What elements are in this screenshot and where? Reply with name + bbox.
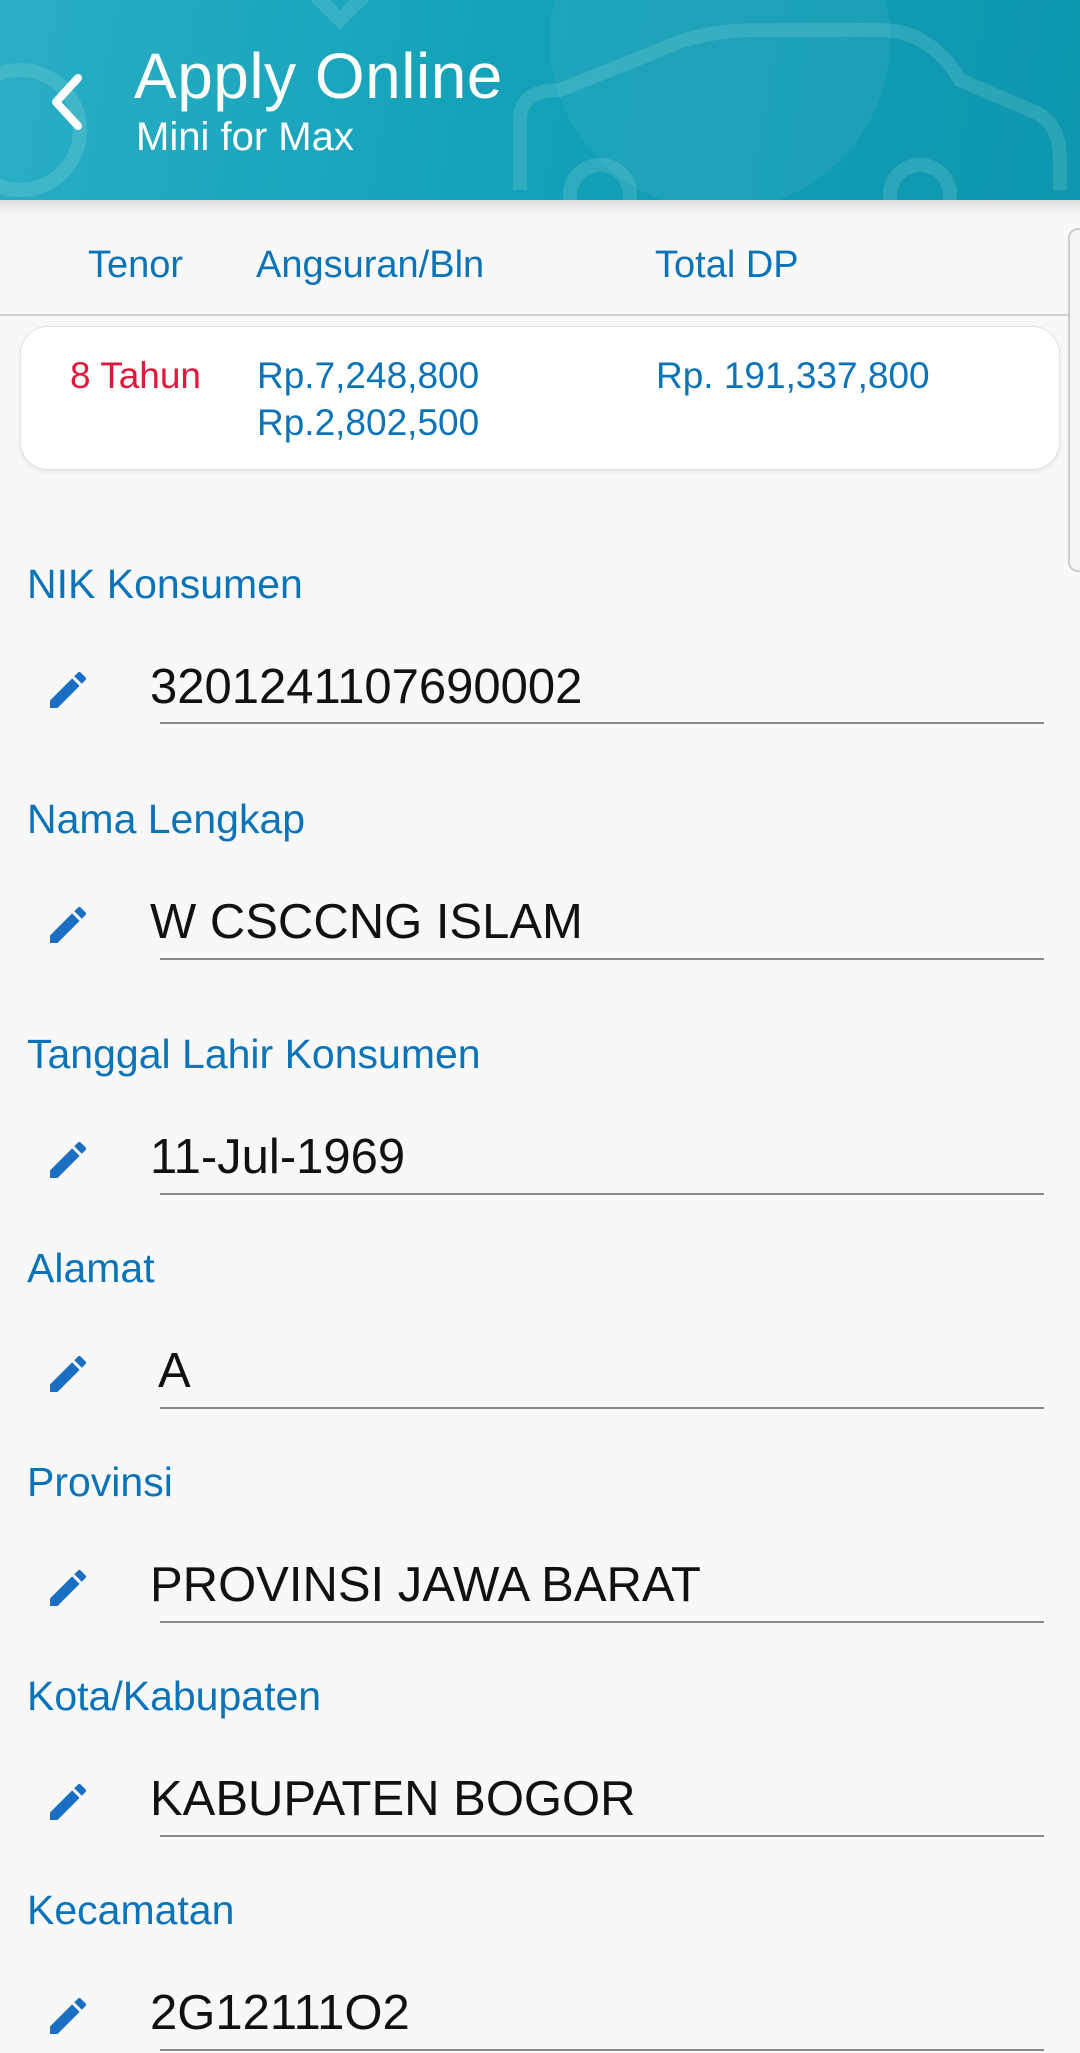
summary-table-header: Tenor Angsuran/Bln Total DP (0, 214, 1080, 316)
kecamatan-input[interactable]: 2G12111O2 (150, 1984, 410, 2042)
field-label-nik: NIK Konsumen (27, 561, 303, 607)
provinsi-underline (160, 1621, 1044, 1623)
alamat-input[interactable]: A (158, 1342, 191, 1400)
field-label-provinsi: Provinsi (27, 1459, 173, 1505)
summary-scrollbar[interactable] (1068, 228, 1080, 572)
total-dp-value: Rp. 191,337,800 (656, 355, 930, 396)
tanggal-lahir-input[interactable]: 11-Jul-1969 (150, 1128, 405, 1186)
field-label-nama: Nama Lengkap (27, 796, 306, 842)
pencil-icon (50, 1783, 87, 1820)
nik-input[interactable]: 3201241107690002 (150, 658, 582, 716)
column-header-tenor: Tenor (88, 244, 184, 286)
nik-underline (160, 722, 1044, 724)
field-label-kecamatan: Kecamatan (27, 1887, 235, 1933)
field-label-tanggal-lahir: Tanggal Lahir Konsumen (27, 1031, 481, 1077)
pencil-icon (50, 671, 87, 708)
nama-input[interactable]: W CSCCNG ISLAM (150, 893, 583, 951)
kota-underline (160, 1835, 1044, 1837)
field-label-alamat: Alamat (27, 1245, 155, 1291)
header-shadow (0, 200, 1080, 214)
column-header-angsuran: Angsuran/Bln (256, 244, 485, 286)
column-header-total-dp: Total DP (655, 244, 799, 286)
field-label-kota: Kota/Kabupaten (27, 1673, 322, 1719)
alamat-underline (160, 1407, 1044, 1409)
angsuran-value-1: Rp.7,248,800 (257, 355, 480, 396)
chevron-left-icon (52, 74, 82, 130)
nama-underline (160, 958, 1044, 960)
summary-row-card[interactable]: 8 Tahun Rp.7,248,800 Rp.2,802,500 Rp. 19… (20, 326, 1060, 470)
kota-input[interactable]: KABUPATEN BOGOR (150, 1770, 636, 1828)
pencil-icon (50, 1141, 87, 1178)
pencil-icon (50, 1355, 87, 1392)
page-title: Apply Online (134, 40, 503, 112)
provinsi-input[interactable]: PROVINSI JAWA BARAT (150, 1556, 701, 1614)
angsuran-value-2: Rp.2,802,500 (257, 402, 480, 443)
pencil-icon (50, 1997, 87, 2034)
app-header: Apply Online Mini for Max (0, 0, 1080, 200)
back-button[interactable] (38, 62, 98, 142)
pencil-icon (50, 906, 87, 943)
pencil-icon (50, 1569, 87, 1606)
kecamatan-underline (160, 2049, 1044, 2051)
page-subtitle: Mini for Max (136, 115, 354, 159)
tenor-value: 8 Tahun (70, 355, 201, 396)
tanggal-lahir-underline (160, 1193, 1044, 1195)
